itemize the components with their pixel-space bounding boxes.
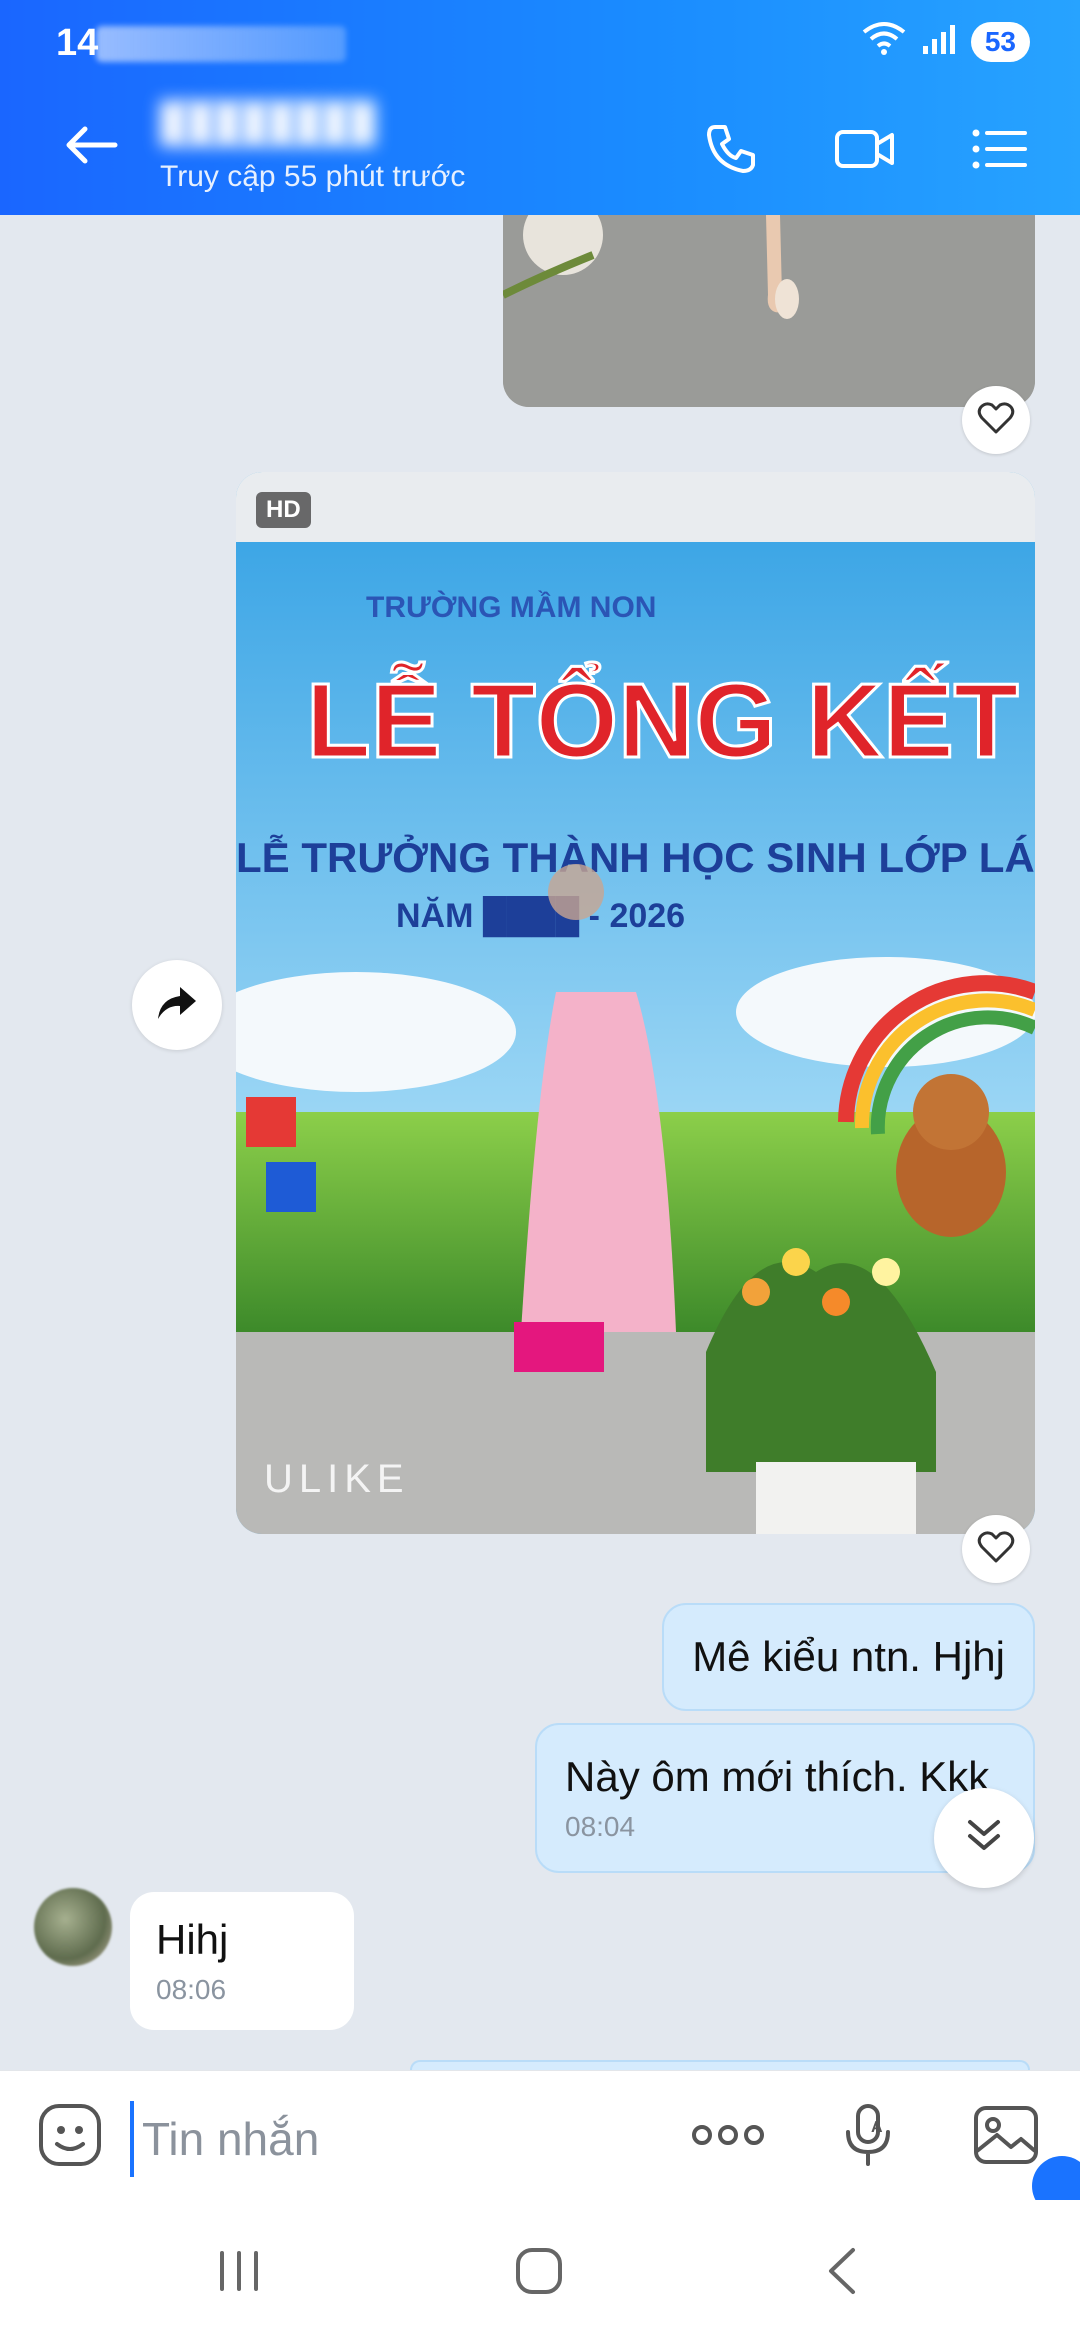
home-button[interactable]: [494, 2228, 584, 2318]
home-icon: [514, 2246, 564, 2301]
react-heart-button[interactable]: [962, 386, 1030, 454]
message-text: Này ôm mới thích. Kkk: [565, 1753, 990, 1800]
chevron-left-icon: [823, 2246, 863, 2301]
avatar[interactable]: [34, 1888, 112, 1966]
scroll-to-bottom-button[interactable]: [934, 1788, 1034, 1888]
system-back-button[interactable]: [798, 2228, 888, 2318]
phone-icon: [703, 121, 759, 182]
wifi-icon: [861, 20, 907, 63]
svg-text:A: A: [871, 2119, 883, 2136]
outgoing-message-partial: [410, 2060, 1030, 2070]
message-text: Hihj: [156, 1916, 229, 1963]
status-time: 14: [56, 22, 99, 64]
heart-icon: [977, 401, 1015, 440]
recent-apps-button[interactable]: [194, 2228, 284, 2318]
heart-icon: [977, 1530, 1015, 1569]
microphone-icon: A: [843, 2102, 893, 2173]
list-menu-icon: [971, 127, 1027, 176]
forward-button[interactable]: [132, 960, 222, 1050]
menu-button[interactable]: [964, 116, 1034, 186]
arrow-left-icon: [63, 125, 119, 170]
sticker-icon: [37, 2102, 103, 2173]
sticker-button[interactable]: [32, 2099, 108, 2175]
back-button[interactable]: [56, 112, 126, 182]
outgoing-message[interactable]: Mê kiểu ntn. Hjhj: [662, 1603, 1035, 1711]
signal-icon: [921, 22, 957, 61]
previous-photo-message[interactable]: [503, 215, 1035, 407]
video-camera-icon: [834, 126, 896, 177]
gallery-button[interactable]: [968, 2099, 1044, 2175]
message-input[interactable]: [130, 2101, 650, 2177]
call-button[interactable]: [696, 116, 766, 186]
chat-header: 14 53 ████████ Truy cập 55 phút trước: [0, 0, 1080, 215]
svg-text:LỄ TRƯỞNG THÀNH HỌC SINH LỚP L: LỄ TRƯỞNG THÀNH HỌC SINH LỚP LÁ: [236, 833, 1035, 881]
photo-image: TRƯỜNG MẦM NON LỄ TỔNG KẾT LỄ TRƯỞNG THÀ…: [236, 472, 1035, 1534]
more-options-button[interactable]: [690, 2099, 766, 2175]
more-dots-icon: [690, 2123, 766, 2152]
contact-name-blurred[interactable]: ████████: [160, 102, 400, 146]
svg-text:NĂM ████ - 2026: NĂM ████ - 2026: [396, 896, 685, 938]
image-icon: [973, 2105, 1039, 2170]
share-arrow-icon: [156, 985, 198, 1026]
incoming-message[interactable]: Hihj 08:06: [130, 1892, 354, 2030]
message-time: 08:06: [156, 1974, 227, 2005]
contact-last-seen: Truy cập 55 phút trước: [160, 160, 466, 193]
video-call-button[interactable]: [830, 116, 900, 186]
status-notifications-blurred: [96, 26, 346, 62]
photo-watermark: ULIKE: [264, 1457, 410, 1501]
svg-text:LỄ TỔNG KẾT: LỄ TỔNG KẾT: [306, 662, 1019, 780]
voice-button[interactable]: A: [830, 2099, 906, 2175]
message-text: Mê kiểu ntn. Hjhj: [692, 1633, 1005, 1680]
chevron-double-down-icon: [964, 1816, 1004, 1861]
message-composer: A: [0, 2070, 1080, 2200]
react-heart-button[interactable]: [962, 1515, 1030, 1583]
photo-message[interactable]: TRƯỜNG MẦM NON LỄ TỔNG KẾT LỄ TRƯỞNG THÀ…: [236, 472, 1035, 1534]
battery-badge: 53: [970, 21, 1030, 62]
hd-badge: HD: [256, 492, 311, 528]
status-icons: 53: [861, 20, 1030, 63]
system-nav-bar: [0, 2200, 1080, 2340]
recents-icon: [216, 2249, 262, 2298]
svg-text:TRƯỜNG MẦM NON: TRƯỜNG MẦM NON: [366, 590, 656, 624]
